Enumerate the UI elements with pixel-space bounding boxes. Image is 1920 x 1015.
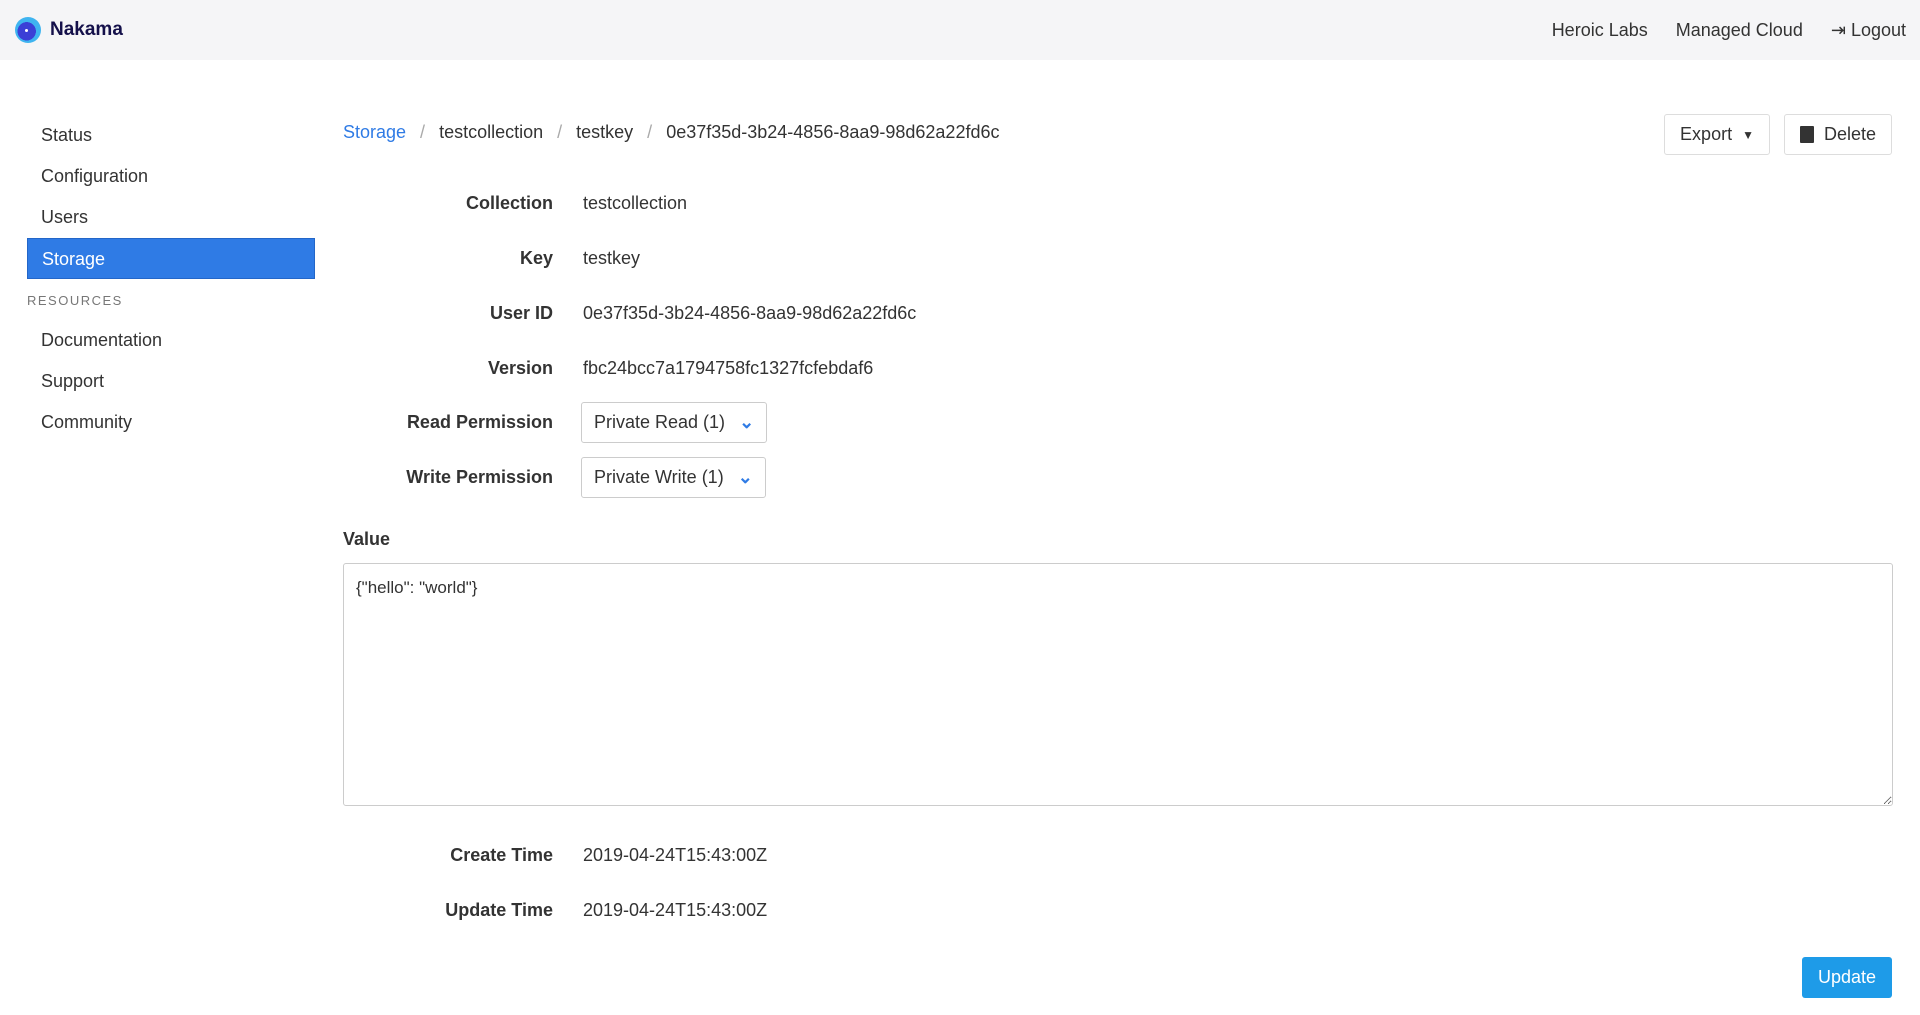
key-row: Key testkey (343, 238, 1543, 278)
update-time-value: 2019-04-24T15:43:00Z (583, 899, 768, 920)
brand-name: Nakama (50, 19, 123, 40)
trash-icon (1799, 126, 1814, 143)
create-time-label: Create Time (450, 844, 553, 865)
chevron-down-icon: ⌄ (737, 466, 753, 487)
read-permission-row: Read Permission Private Read (1) ⌄ (343, 401, 1543, 443)
sidebar-item-users[interactable]: Users (27, 197, 315, 238)
sidebar-item-configuration[interactable]: Configuration (27, 156, 315, 197)
create-time-value: 2019-04-24T15:43:00Z (583, 844, 768, 865)
collection-value: testcollection (583, 192, 688, 213)
breadcrumb-separator: / (647, 122, 653, 142)
chevron-down-icon: ▼ (1742, 127, 1754, 142)
breadcrumb-key: testkey (576, 122, 634, 142)
version-row: Version fbc24bcc7a1794758fc1327fcfebdaf6 (343, 348, 1543, 388)
sidebar: Status Configuration Users Storage RESOU… (27, 115, 315, 443)
user-id-label: User ID (489, 302, 553, 323)
delete-button[interactable]: Delete (1783, 114, 1892, 155)
value-textarea[interactable] (343, 563, 1893, 806)
read-permission-label: Read Permission (406, 411, 553, 432)
version-value: fbc24bcc7a1794758fc1327fcfebdaf6 (583, 357, 874, 378)
collection-label: Collection (465, 192, 553, 213)
breadcrumb-user-id: 0e37f35d-3b24-4856-8aa9-98d62a22fd6c (666, 122, 1000, 142)
collection-row: Collection testcollection (343, 183, 1543, 223)
chevron-down-icon: ⌄ (739, 411, 755, 432)
user-id-value: 0e37f35d-3b24-4856-8aa9-98d62a22fd6c (583, 302, 917, 323)
write-permission-value: Private Write (1) (594, 466, 724, 487)
nakama-logo-icon (15, 17, 41, 43)
delete-label: Delete (1823, 124, 1876, 144)
user-id-row: User ID 0e37f35d-3b24-4856-8aa9-98d62a22f… (343, 293, 1543, 333)
sidebar-item-support[interactable]: Support (27, 361, 315, 402)
breadcrumb-separator: / (557, 122, 563, 142)
write-permission-select[interactable]: Private Write (1) ⌄ (581, 456, 766, 498)
logout-link[interactable]: ⇥ Logout (1831, 20, 1906, 41)
write-permission-label: Write Permission (406, 466, 553, 487)
export-button[interactable]: Export ▼ (1664, 114, 1770, 155)
version-label: Version (487, 357, 553, 378)
logo[interactable]: Nakama (15, 17, 123, 43)
sidebar-item-status[interactable]: Status (27, 115, 315, 156)
read-permission-select[interactable]: Private Read (1) ⌄ (581, 401, 768, 443)
update-button[interactable]: Update (1802, 957, 1892, 998)
nav-heroic-labs[interactable]: Heroic Labs (1552, 20, 1648, 41)
sidebar-item-storage[interactable]: Storage (27, 238, 315, 279)
breadcrumb-collection: testcollection (439, 122, 544, 142)
sidebar-item-documentation[interactable]: Documentation (27, 320, 315, 361)
breadcrumb-storage[interactable]: Storage (343, 122, 406, 143)
update-time-label: Update Time (445, 899, 553, 920)
key-value: testkey (583, 247, 641, 268)
create-time-row: Create Time 2019-04-24T15:43:00Z (343, 835, 1543, 875)
top-bar: Nakama Heroic Labs Managed Cloud ⇥ Logou… (0, 0, 1920, 60)
sidebar-item-community[interactable]: Community (27, 402, 315, 443)
read-permission-value: Private Read (1) (594, 411, 726, 432)
export-label: Export (1680, 124, 1733, 144)
logout-icon: ⇥ (1830, 19, 1846, 40)
nav-managed-cloud[interactable]: Managed Cloud (1676, 20, 1803, 41)
write-permission-row: Write Permission Private Write (1) ⌄ (343, 456, 1543, 498)
logout-label: Logout (1850, 19, 1906, 40)
update-time-row: Update Time 2019-04-24T15:43:00Z (343, 890, 1543, 930)
breadcrumb-separator: / (420, 122, 426, 142)
value-label: Value (343, 529, 391, 549)
breadcrumb: Storage / testcollection / testkey / 0e3… (343, 122, 999, 143)
resources-heading: RESOURCES (27, 293, 123, 308)
key-label: Key (519, 247, 553, 268)
